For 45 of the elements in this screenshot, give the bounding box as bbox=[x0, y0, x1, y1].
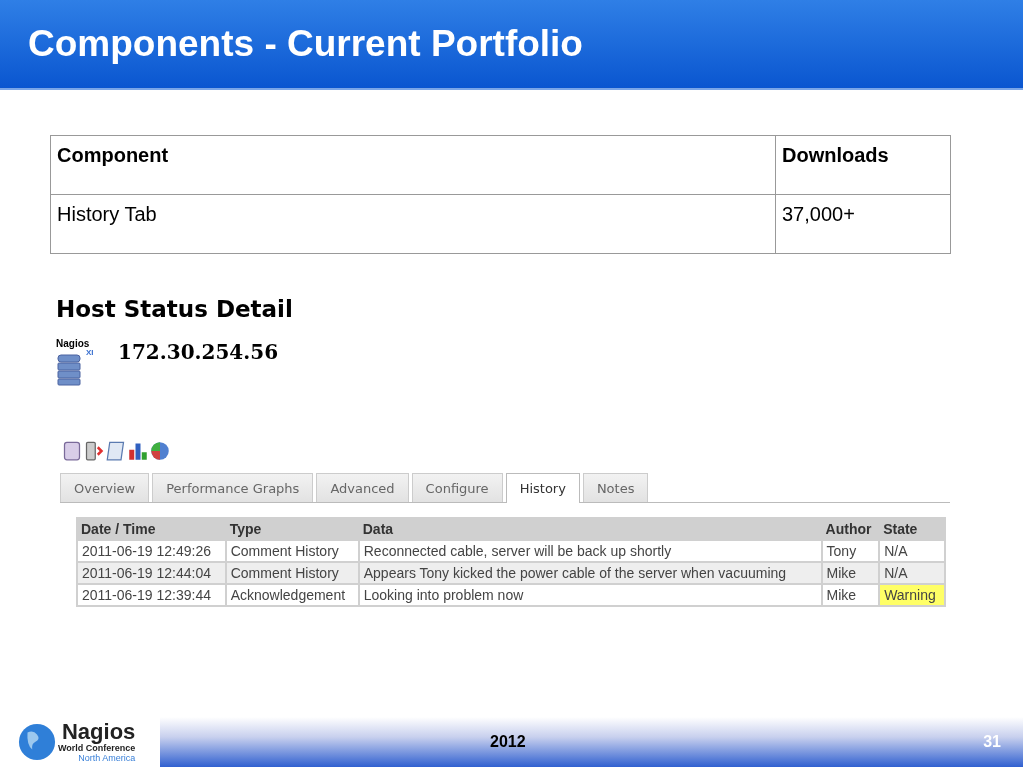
table-cell: Tony bbox=[822, 541, 879, 561]
table-cell: Reconnected cable, server will be back up shortly bbox=[359, 541, 821, 561]
pie-chart-icon[interactable] bbox=[150, 441, 170, 461]
report-icon[interactable] bbox=[106, 441, 126, 461]
tab[interactable]: Advanced bbox=[316, 473, 409, 502]
table-cell: Mike bbox=[822, 563, 879, 583]
globe-icon bbox=[18, 723, 56, 761]
table-cell: Mike bbox=[822, 585, 879, 605]
column-header: Type bbox=[228, 520, 263, 539]
footer-year: 2012 bbox=[490, 733, 526, 751]
table-cell: 37,000+ bbox=[775, 194, 951, 254]
tab[interactable]: Overview bbox=[60, 473, 150, 502]
table-cell: Warning bbox=[880, 585, 944, 605]
table-cell: Comment History bbox=[226, 563, 358, 583]
table-cell: History Tab bbox=[50, 194, 776, 254]
event-name: World Conference bbox=[58, 743, 136, 753]
page-heading: Host Status Detail bbox=[56, 296, 294, 322]
page-number: 31 bbox=[983, 733, 1001, 751]
bar-chart-icon[interactable] bbox=[128, 441, 148, 461]
column-header: Data bbox=[361, 520, 395, 539]
table-cell: 2011-06-19 12:44:04 bbox=[78, 563, 225, 583]
event-region: North America bbox=[78, 753, 136, 763]
column-header: State bbox=[882, 520, 919, 539]
slide-title: Components - Current Portfolio bbox=[28, 23, 583, 65]
table-cell: N/A bbox=[880, 541, 944, 561]
table-cell: Looking into problem now bbox=[359, 585, 821, 605]
phone-icon[interactable] bbox=[84, 441, 104, 461]
table-cell: Acknowledgement bbox=[226, 585, 358, 605]
table-cell: N/A bbox=[880, 563, 944, 583]
column-header: Author bbox=[824, 520, 873, 539]
tab[interactable]: Configure bbox=[411, 473, 503, 502]
tab[interactable]: History bbox=[505, 473, 580, 503]
table-cell: 2011-06-19 12:49:26 bbox=[78, 541, 225, 561]
brand-logo-text: Nagios bbox=[62, 721, 136, 743]
column-header: Date / Time bbox=[80, 520, 157, 539]
tab[interactable]: Performance Graphs bbox=[152, 473, 314, 502]
column-header: Downloads bbox=[775, 135, 951, 195]
table-cell: 2011-06-19 12:39:44 bbox=[78, 585, 225, 605]
table-cell: Comment History bbox=[226, 541, 358, 561]
document-icon[interactable] bbox=[62, 441, 82, 461]
column-header: Component bbox=[50, 135, 776, 195]
table-cell: Appears Tony kicked the power cable of the server when vacuuming bbox=[359, 563, 821, 583]
host-address: 172.30.254.56 bbox=[118, 340, 279, 364]
tab[interactable]: Notes bbox=[582, 473, 649, 502]
product-logo: Nagios XI bbox=[56, 338, 104, 387]
